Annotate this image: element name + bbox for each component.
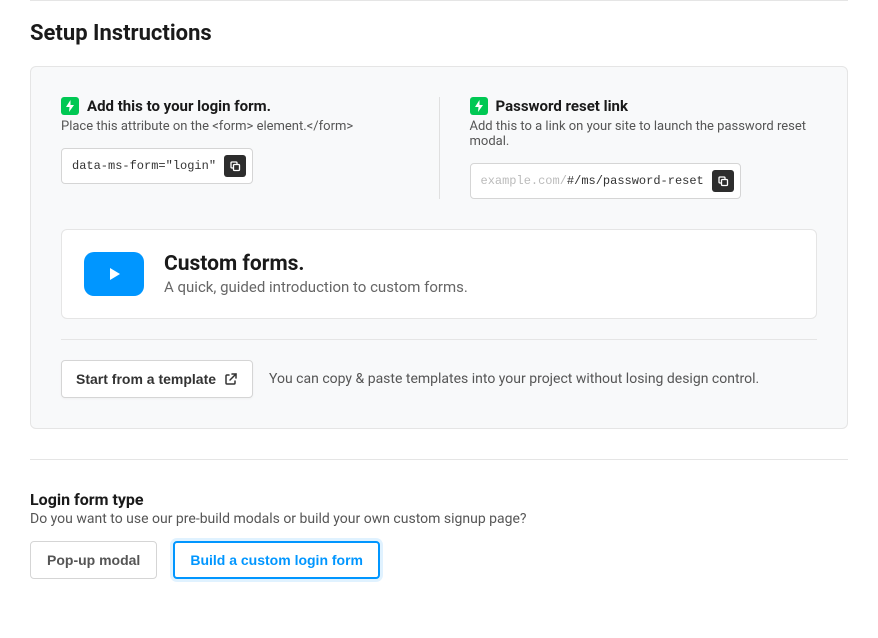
copy-button[interactable] xyxy=(224,155,246,177)
template-button-label: Start from a template xyxy=(76,371,216,387)
external-link-icon xyxy=(224,372,238,386)
video-title: Custom forms. xyxy=(164,252,468,276)
section-title: Setup Instructions xyxy=(30,21,848,46)
login-form-instruction: Add this to your login form. Place this … xyxy=(61,97,409,199)
bolt-icon xyxy=(470,97,488,115)
copy-icon xyxy=(717,175,729,187)
instructions-panel: Add this to your login form. Place this … xyxy=(30,66,848,429)
template-description: You can copy & paste templates into your… xyxy=(269,371,759,387)
password-reset-instruction: Password reset link Add this to a link o… xyxy=(439,97,818,199)
password-reset-code-box: example.com/#/ms/password-reset xyxy=(470,163,741,199)
code-prefix: example.com/ xyxy=(481,174,567,188)
login-form-code-box: data-ms-form="login" xyxy=(61,148,253,184)
password-reset-code: #/ms/password-reset xyxy=(567,174,704,188)
password-reset-title: Password reset link xyxy=(496,97,628,115)
login-form-code: data-ms-form="login" xyxy=(72,159,216,173)
copy-button[interactable] xyxy=(712,170,734,192)
copy-icon xyxy=(229,160,241,172)
bolt-icon xyxy=(61,97,79,115)
video-subtitle: A quick, guided introduction to custom f… xyxy=(164,278,468,296)
custom-login-form-option[interactable]: Build a custom login form xyxy=(173,541,380,579)
form-type-title: Login form type xyxy=(30,490,848,509)
form-type-subtitle: Do you want to use our pre-build modals … xyxy=(30,511,848,527)
popup-modal-option[interactable]: Pop-up modal xyxy=(30,541,157,579)
start-from-template-button[interactable]: Start from a template xyxy=(61,360,253,398)
divider xyxy=(30,0,848,1)
password-reset-subtitle: Add this to a link on your site to launc… xyxy=(470,119,818,149)
play-icon xyxy=(106,266,122,282)
login-form-subtitle: Place this attribute on the <form> eleme… xyxy=(61,119,409,134)
login-form-type-section: Login form type Do you want to use our p… xyxy=(30,490,848,579)
play-button[interactable] xyxy=(84,252,144,296)
divider xyxy=(61,339,817,340)
divider xyxy=(30,459,848,460)
video-card: Custom forms. A quick, guided introducti… xyxy=(61,229,817,319)
login-form-title: Add this to your login form. xyxy=(87,97,271,115)
